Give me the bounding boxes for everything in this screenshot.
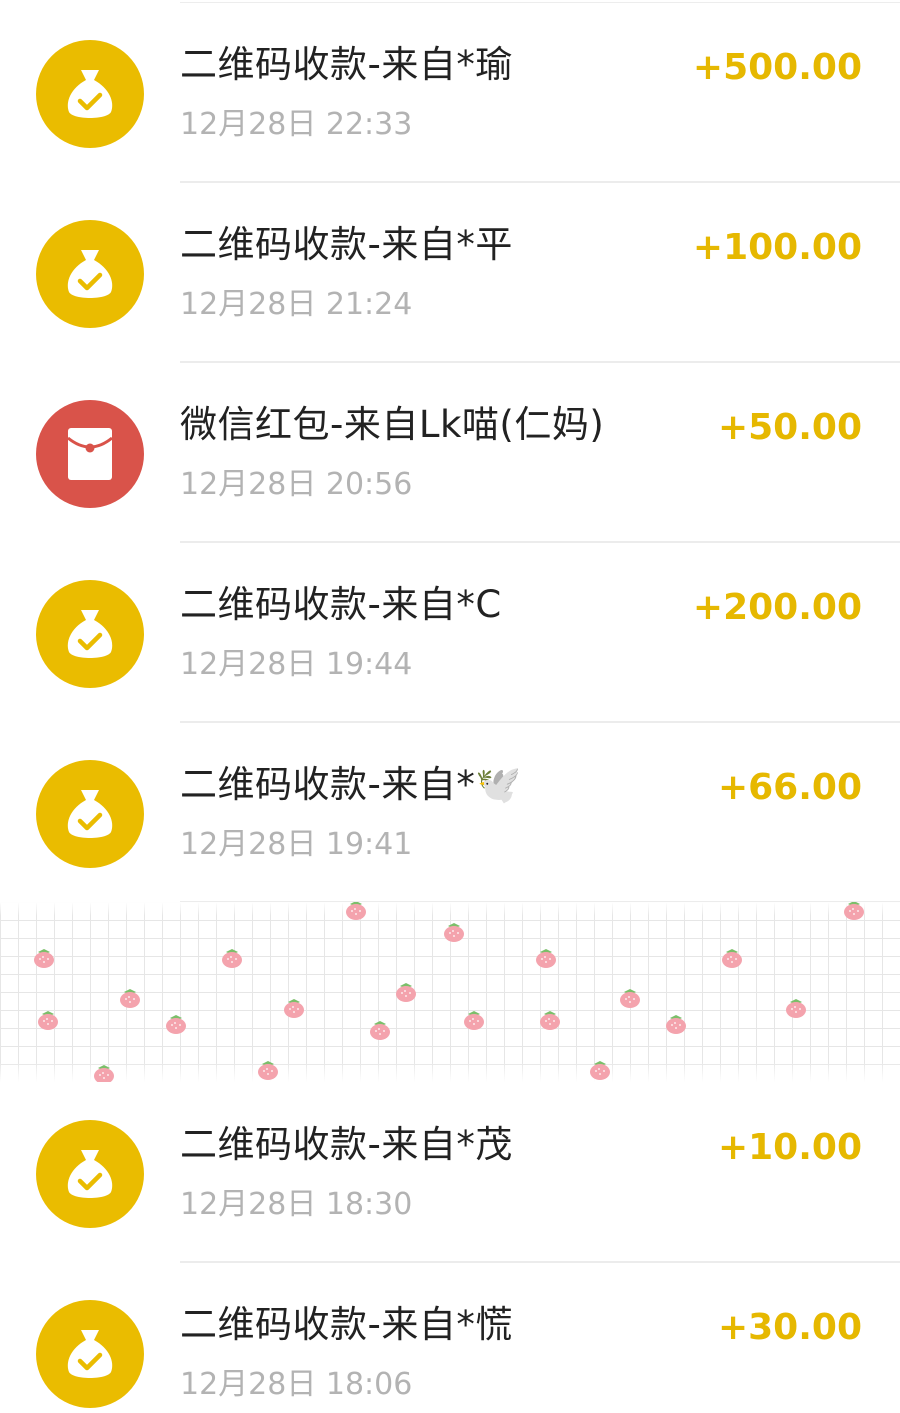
transaction-row[interactable]: 二维码收款-来自*茂 12月28日 18:30 +10.00 <box>0 1083 900 1263</box>
transaction-time: 12月28日 19:41 <box>180 827 413 862</box>
transaction-title: 二维码收款-来自*C <box>180 583 502 626</box>
money-bag-check-icon <box>36 580 144 688</box>
transaction-title: 二维码收款-来自*🕊️ <box>180 763 522 806</box>
money-bag-check-icon <box>36 40 144 148</box>
transaction-amount: +66.00 <box>717 767 862 808</box>
strawberry-sticker-icon <box>38 1011 58 1030</box>
strawberry-sticker-icon <box>666 1015 686 1034</box>
strawberry-sticker-icon <box>222 949 242 968</box>
transaction-row[interactable]: 二维码收款-来自*C 12月28日 19:44 +200.00 <box>0 543 900 723</box>
strawberry-sticker-icon <box>786 999 806 1018</box>
transaction-time: 12月28日 21:24 <box>180 287 413 322</box>
transaction-amount: +30.00 <box>717 1307 862 1348</box>
transaction-amount: +50.00 <box>717 407 862 448</box>
transaction-amount: +10.00 <box>717 1127 862 1168</box>
strawberry-sticker-icon <box>284 999 304 1018</box>
strawberry-sticker-icon <box>722 949 742 968</box>
overlay-fade-bottom <box>0 1062 900 1082</box>
transaction-title: 微信红包-来自Lk喵(仁妈) <box>180 403 605 446</box>
transaction-row[interactable]: 二维码收款-来自*瑜 12月28日 22:33 +500.00 <box>0 3 900 183</box>
transaction-time: 12月28日 19:44 <box>180 647 413 682</box>
strawberry-sticker-icon <box>540 1011 560 1030</box>
money-bag-check-icon <box>36 760 144 868</box>
strawberry-sticker-icon <box>844 902 864 920</box>
transaction-time: 12月28日 20:56 <box>180 467 413 502</box>
transaction-time: 12月28日 18:30 <box>180 1187 413 1222</box>
red-packet-icon <box>36 400 144 508</box>
strawberry-sticker-icon <box>346 902 366 920</box>
strawberry-sticker-icon <box>258 1061 278 1080</box>
strawberry-sticker-icon <box>370 1021 390 1040</box>
strawberry-sticker-icon <box>34 949 54 968</box>
transaction-title: 二维码收款-来自*瑜 <box>180 43 513 86</box>
transaction-row[interactable]: 二维码收款-来自*🕊️ 12月28日 19:41 +66.00 <box>0 723 900 903</box>
strawberry-sticker-icon <box>120 989 140 1008</box>
strawberry-sticker-icon <box>590 1061 610 1080</box>
strawberry-sticker-icon <box>444 923 464 942</box>
transaction-title: 二维码收款-来自*平 <box>180 223 513 266</box>
transaction-time: 12月28日 22:33 <box>180 107 413 142</box>
strawberry-sticker-overlay <box>0 902 900 1082</box>
money-bag-check-icon <box>36 1300 144 1408</box>
transaction-amount: +200.00 <box>692 587 862 628</box>
transaction-title: 二维码收款-来自*茂 <box>180 1123 513 1166</box>
money-bag-check-icon <box>36 1120 144 1228</box>
strawberry-sticker-icon <box>166 1015 186 1034</box>
overlay-fade-top <box>0 902 900 916</box>
strawberry-sticker-icon <box>536 949 556 968</box>
strawberry-sticker-icon <box>464 1011 484 1030</box>
strawberry-sticker-icon <box>396 983 416 1002</box>
strawberry-sticker-icon <box>94 1065 114 1082</box>
transaction-time: 12月28日 18:06 <box>180 1367 413 1402</box>
transaction-amount: +500.00 <box>692 47 862 88</box>
transaction-row[interactable]: 微信红包-来自Lk喵(仁妈) 12月28日 20:56 +50.00 <box>0 363 900 543</box>
transaction-amount: +100.00 <box>692 227 862 268</box>
transaction-row[interactable]: 二维码收款-来自*平 12月28日 21:24 +100.00 <box>0 183 900 363</box>
money-bag-check-icon <box>36 220 144 328</box>
transaction-row[interactable]: 二维码收款-来自*慌 12月28日 18:06 +30.00 <box>0 1263 900 1413</box>
strawberry-sticker-icon <box>620 989 640 1008</box>
transaction-title: 二维码收款-来自*慌 <box>180 1303 513 1346</box>
